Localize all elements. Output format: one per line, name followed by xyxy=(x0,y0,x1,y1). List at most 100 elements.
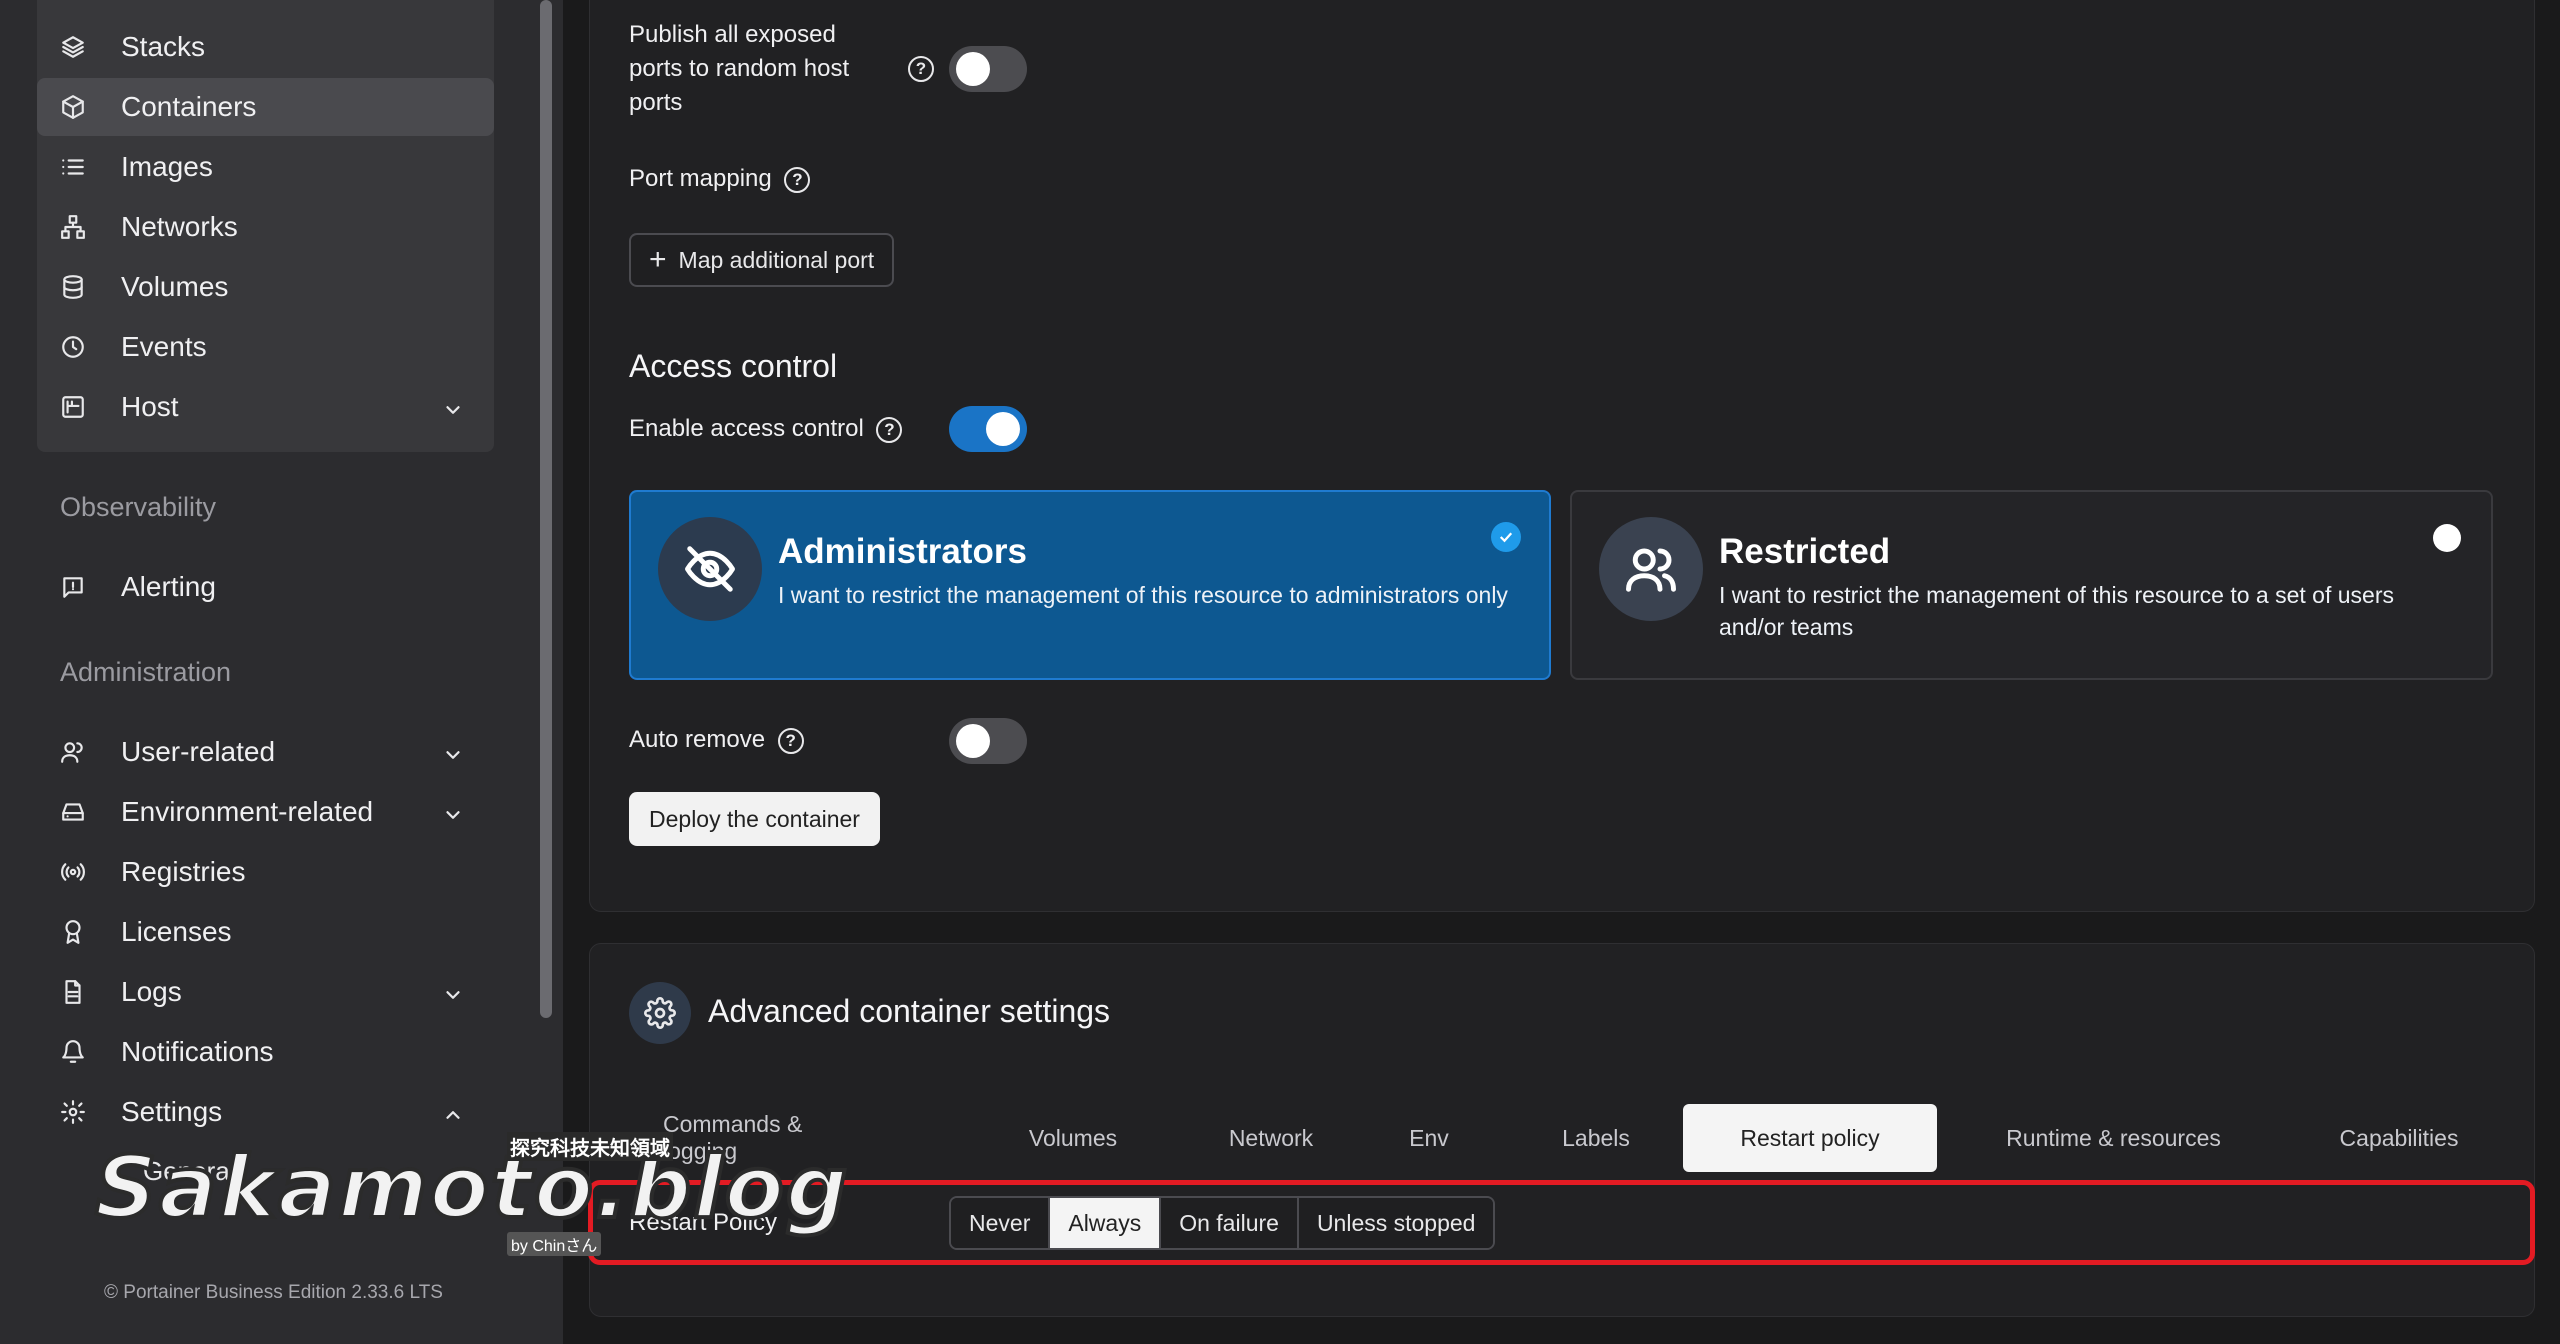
port-mapping-label: Port mapping ? xyxy=(629,162,811,196)
gear-icon xyxy=(59,1098,87,1126)
sidebar-item-label: Host xyxy=(121,391,179,422)
administrators-option-card[interactable]: Administrators I want to restrict the ma… xyxy=(629,490,1551,680)
main-content: Publish all exposed ports to random host… xyxy=(563,0,2560,1344)
sidebar-item-label: Stacks xyxy=(121,31,206,62)
access-control-heading: Access control xyxy=(629,348,838,384)
cube-icon xyxy=(59,93,87,121)
sidebar-item-label: Registries xyxy=(121,856,246,887)
list-icon xyxy=(59,153,87,181)
sidebar-item-stacks[interactable]: Stacks xyxy=(37,18,494,76)
tab-runtime-resources[interactable]: Runtime & resources xyxy=(1981,1104,2246,1172)
network-access-panel xyxy=(589,0,2535,912)
section-label-observability: Observability xyxy=(60,492,217,522)
sidebar-item-label: Images xyxy=(121,151,213,182)
toggle-knob xyxy=(986,412,1020,446)
chevron-down-icon xyxy=(442,741,464,763)
host-icon xyxy=(59,393,87,421)
bell-icon xyxy=(59,1038,87,1066)
eye-off-icon xyxy=(658,517,762,621)
tab-env[interactable]: Env xyxy=(1385,1104,1473,1172)
database-icon xyxy=(59,273,87,301)
sidebar-scrollbar[interactable] xyxy=(540,0,552,1018)
check-icon xyxy=(1491,522,1521,552)
highlight-box xyxy=(588,1180,2535,1265)
deploy-container-button[interactable]: Deploy the container xyxy=(629,792,880,846)
chevron-down-icon xyxy=(442,801,464,823)
chevron-down-icon xyxy=(442,981,464,1003)
sidebar-item-label: Networks xyxy=(121,211,238,242)
watermark-tagline: 探究科技未知領域 xyxy=(507,1132,673,1161)
sidebar-item-host[interactable]: Host xyxy=(37,378,494,436)
toggle-knob xyxy=(956,52,990,86)
port-mapping-text: Port mapping xyxy=(629,165,772,192)
network-icon xyxy=(59,213,87,241)
plus-icon: + xyxy=(649,243,667,276)
tab-network[interactable]: Network xyxy=(1201,1104,1341,1172)
sidebar-item-logs[interactable]: Logs xyxy=(37,963,494,1021)
sidebar-item-images[interactable]: Images xyxy=(37,138,494,196)
sidebar-item-networks[interactable]: Networks xyxy=(37,198,494,256)
sidebar-item-environment-related[interactable]: Environment-related xyxy=(37,783,494,841)
alert-icon xyxy=(59,573,87,601)
toggle-knob xyxy=(956,724,990,758)
gear-icon xyxy=(629,982,691,1044)
enable-access-label: Enable access control ? xyxy=(629,412,903,446)
sidebar-item-label: Events xyxy=(121,331,207,362)
publish-ports-toggle[interactable] xyxy=(949,46,1027,92)
help-icon[interactable]: ? xyxy=(784,166,811,193)
sidebar-item-label: User-related xyxy=(121,736,276,767)
help-icon[interactable]: ? xyxy=(876,416,903,443)
file-icon xyxy=(59,978,87,1006)
publish-ports-label: Publish all exposed ports to random host… xyxy=(629,21,850,116)
tab-restart-policy[interactable]: Restart policy xyxy=(1683,1104,1937,1172)
stack-icon xyxy=(59,33,87,61)
chevron-down-icon xyxy=(442,396,464,418)
administrators-title: Administrators xyxy=(778,532,1027,571)
enable-access-text: Enable access control xyxy=(629,415,864,442)
tab-volumes[interactable]: Volumes xyxy=(1003,1104,1143,1172)
sidebar-item-label: Settings xyxy=(121,1096,223,1127)
sidebar-item-events[interactable]: Events xyxy=(37,318,494,376)
auto-remove-text: Auto remove xyxy=(629,726,766,753)
award-icon xyxy=(59,918,87,946)
sidebar-item-user-related[interactable]: User-related xyxy=(37,723,494,781)
access-control-toggle[interactable] xyxy=(949,406,1027,452)
tab-labels[interactable]: Labels xyxy=(1536,1104,1656,1172)
watermark-logo: Sakamoto.blog 探究科技未知領域 by Chinさん xyxy=(93,1132,849,1262)
restricted-description: I want to restrict the management of thi… xyxy=(1719,582,2394,640)
help-icon[interactable]: ? xyxy=(777,727,804,754)
advanced-settings-heading: Advanced container settings xyxy=(708,993,1111,1029)
restricted-title: Restricted xyxy=(1719,532,1891,571)
chevron-up-icon xyxy=(442,1101,464,1123)
drive-icon xyxy=(59,798,87,826)
sidebar-item-alerting[interactable]: Alerting xyxy=(37,558,494,616)
map-port-label: Map additional port xyxy=(678,246,875,273)
sidebar-item-notifications[interactable]: Notifications xyxy=(37,1023,494,1081)
watermark-byline: by Chinさん xyxy=(507,1232,602,1256)
sidebar-item-label: Alerting xyxy=(121,571,216,602)
app-window: Stacks Containers Images Networks Volume… xyxy=(0,0,2560,1344)
users-icon xyxy=(1599,517,1703,621)
auto-remove-toggle[interactable] xyxy=(949,718,1027,764)
radio-button[interactable] xyxy=(2433,524,2461,552)
auto-remove-label: Auto remove ? xyxy=(629,723,804,757)
administrators-description: I want to restrict the management of thi… xyxy=(778,582,1508,608)
clock-icon xyxy=(59,333,87,361)
radio-icon xyxy=(59,858,87,886)
users-icon xyxy=(59,738,87,766)
sidebar-item-containers[interactable]: Containers xyxy=(37,78,494,136)
map-additional-port-button[interactable]: + Map additional port xyxy=(629,233,895,287)
sidebar-item-label: Containers xyxy=(121,91,257,122)
sidebar-item-licenses[interactable]: Licenses xyxy=(37,903,494,961)
sidebar-item-label: Logs xyxy=(121,976,182,1007)
watermark-text: Sakamoto.blog xyxy=(93,1136,850,1240)
restricted-option-card[interactable]: Restricted I want to restrict the manage… xyxy=(1570,490,2493,680)
sidebar-item-volumes[interactable]: Volumes xyxy=(37,258,494,316)
section-label-administration: Administration xyxy=(60,657,232,687)
sidebar-item-registries[interactable]: Registries xyxy=(37,843,494,901)
sidebar-item-label: Licenses xyxy=(121,916,232,947)
sidebar-item-label: Environment-related xyxy=(121,796,374,827)
tab-capabilities[interactable]: Capabilities xyxy=(2299,1104,2499,1172)
sidebar-item-label: Notifications xyxy=(121,1036,274,1067)
help-icon[interactable]: ? xyxy=(908,56,934,82)
